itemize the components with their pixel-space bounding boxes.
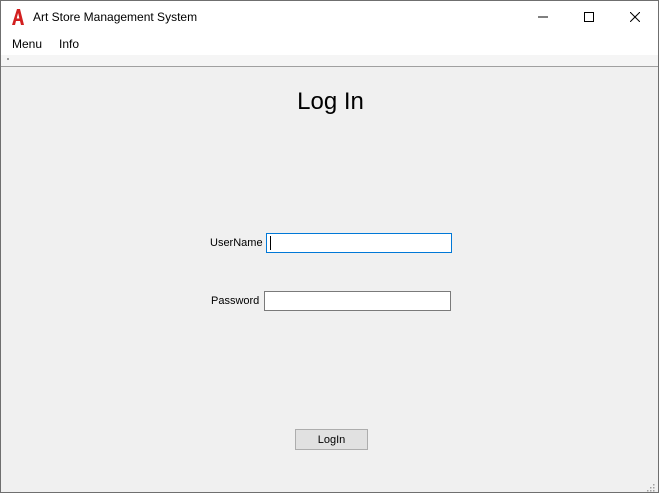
menu-item-menu[interactable]: Menu — [10, 37, 44, 51]
page-title: Log In — [297, 88, 364, 115]
close-icon — [629, 9, 641, 27]
menu-bar: Menu Info — [1, 34, 658, 55]
password-input[interactable] — [264, 291, 451, 311]
window-title: Art Store Management System — [33, 10, 198, 24]
maximize-icon — [584, 9, 594, 27]
text-caret — [270, 236, 271, 250]
login-form: Log In UserName Password LogIn — [1, 67, 658, 492]
username-input[interactable] — [266, 233, 452, 253]
resize-grip-icon[interactable] — [645, 479, 655, 492]
app-window: Art Store Management System Menu Info Lo… — [0, 0, 659, 493]
username-label: UserName — [210, 237, 263, 249]
app-logo-icon — [10, 8, 26, 26]
toolstrip-grip-icon[interactable] — [7, 58, 9, 60]
menu-item-info[interactable]: Info — [57, 37, 81, 51]
tool-strip — [1, 55, 658, 67]
minimize-icon — [538, 9, 548, 27]
login-button[interactable]: LogIn — [295, 429, 368, 450]
maximize-button[interactable] — [566, 1, 612, 34]
title-bar[interactable]: Art Store Management System — [1, 1, 658, 34]
password-label: Password — [211, 295, 260, 307]
close-button[interactable] — [612, 1, 658, 34]
minimize-button[interactable] — [520, 1, 566, 34]
